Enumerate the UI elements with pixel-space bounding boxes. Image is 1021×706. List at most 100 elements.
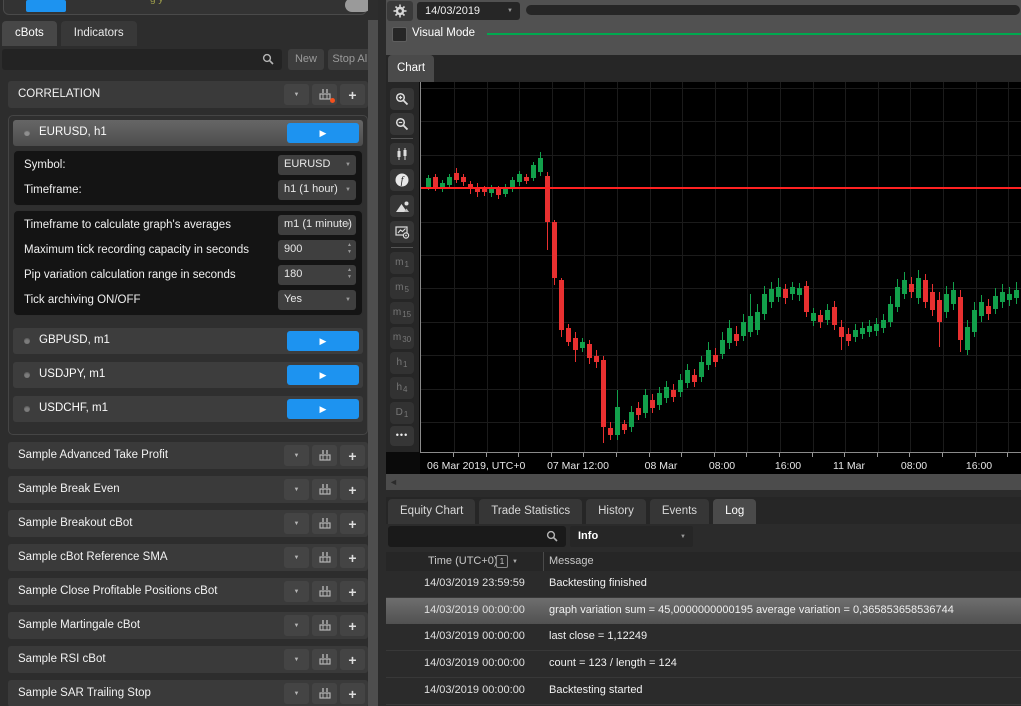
chevron-down-icon[interactable]: ▼ [284, 547, 309, 568]
cbot-settings-icon[interactable] [312, 84, 337, 105]
chart-options-icon[interactable] [390, 221, 414, 243]
add-instance-icon[interactable]: + [340, 683, 365, 704]
instance-row-eurusd-h1[interactable]: EURUSD, h1 ▶ [13, 120, 363, 146]
chart-horizontal-scrollbar[interactable]: ◄ [386, 474, 1021, 490]
candlestick-chart[interactable] [420, 82, 1021, 452]
play-button[interactable]: ▶ [287, 365, 359, 385]
timeframe-button-m1[interactable]: m1 [390, 252, 414, 274]
instance-row-gbpusd-m1[interactable]: GBPUSD, m1 ▶ [13, 328, 363, 354]
add-instance-icon[interactable]: + [340, 513, 365, 534]
tick-capacity-stepper[interactable]: 900▲▼ [278, 240, 356, 260]
cbot-settings-icon[interactable] [312, 615, 337, 636]
instance-row-usdchf-m1[interactable]: USDCHF, m1 ▶ [13, 396, 363, 422]
add-instance-icon[interactable]: + [340, 445, 365, 466]
zoom-out-icon[interactable] [390, 113, 414, 135]
candle-body [657, 393, 662, 405]
log-row[interactable]: 14/03/2019 00:00:00 count = 123 / length… [386, 651, 1021, 678]
add-instance-icon[interactable]: + [340, 615, 365, 636]
instance-row-usdjpy-m1[interactable]: USDJPY, m1 ▶ [13, 362, 363, 388]
log-level-select[interactable]: Info ▼ [570, 526, 693, 547]
candle-body [888, 304, 893, 322]
add-instance-icon[interactable]: + [340, 581, 365, 602]
chevron-down-icon[interactable]: ▼ [284, 615, 309, 636]
cbot-settings-icon[interactable] [312, 445, 337, 466]
cbot-row-sample-sar-trailing-stop[interactable]: Sample SAR Trailing Stop ▼ + [8, 680, 368, 706]
timeframe-button-D1[interactable]: D1 [390, 402, 414, 424]
backtest-progress-bar [526, 5, 1020, 15]
more-timeframes-icon[interactable]: ••• [390, 426, 414, 446]
chevron-down-icon[interactable]: ▼ [284, 513, 309, 534]
clipped-round-button[interactable] [345, 0, 368, 12]
log-row[interactable]: 14/03/2019 23:59:59 Backtesting finished [386, 571, 1021, 598]
pip-range-stepper[interactable]: 180▲▼ [278, 265, 356, 285]
log-row[interactable]: 14/03/2019 00:00:00 graph variation sum … [386, 598, 1021, 624]
cbot-settings-icon[interactable] [312, 547, 337, 568]
chevron-down-icon[interactable]: ▼ [284, 479, 309, 500]
tab-chart[interactable]: Chart [388, 55, 434, 82]
timeframe-button-m30[interactable]: m30 [390, 327, 414, 349]
cbot-settings-icon[interactable] [312, 683, 337, 704]
visual-mode-checkbox[interactable] [392, 27, 407, 42]
cbot-row-sample-martingale-cbot[interactable]: Sample Martingale cBot ▼ + [8, 612, 368, 639]
stepper-arrows-icon[interactable]: ▲▼ [347, 267, 352, 281]
symbol-select[interactable]: EURUSD▼ [278, 155, 356, 175]
tab-log[interactable]: Log [713, 499, 756, 524]
add-instance-icon[interactable]: + [340, 479, 365, 500]
new-cbot-button[interactable]: New [288, 49, 324, 70]
tab-events[interactable]: Events [650, 499, 709, 524]
gear-icon[interactable] [387, 1, 413, 21]
axis-label: 11 Mar [833, 460, 865, 472]
log-search-input[interactable] [394, 528, 543, 546]
chevron-down-icon[interactable]: ▼ [284, 683, 309, 704]
cbot-row-sample-cbot-reference-sma[interactable]: Sample cBot Reference SMA ▼ + [8, 544, 368, 571]
add-instance-icon[interactable]: + [340, 84, 365, 105]
timeframe-button-h4[interactable]: h4 [390, 377, 414, 399]
cbot-settings-icon[interactable] [312, 649, 337, 670]
tab-history[interactable]: History [586, 499, 646, 524]
add-instance-icon[interactable]: + [340, 547, 365, 568]
sort-direction-icon[interactable]: ▼ [512, 559, 518, 565]
cbot-row-sample-advanced-take-profit[interactable]: Sample Advanced Take Profit ▼ + [8, 442, 368, 469]
chevron-down-icon[interactable]: ▼ [284, 649, 309, 670]
timeframe-button-m15[interactable]: m15 [390, 302, 414, 324]
left-panel-scrollbar[interactable] [368, 20, 378, 706]
timeframe-button-h1[interactable]: h1 [390, 352, 414, 374]
clipped-blue-button[interactable] [26, 0, 66, 12]
cbot-settings-icon[interactable] [312, 581, 337, 602]
timeframe-button-m5[interactable]: m5 [390, 277, 414, 299]
timeframe-select[interactable]: h1 (1 hour)▼ [278, 180, 356, 200]
tab-cbots[interactable]: cBots [2, 21, 57, 46]
cbot-row-sample-breakout-cbot[interactable]: Sample Breakout cBot ▼ + [8, 510, 368, 537]
column-time[interactable]: Time (UTC+0) [428, 555, 498, 567]
cbot-settings-icon[interactable] [312, 479, 337, 500]
indicators-icon[interactable]: f [390, 169, 414, 191]
chart-type-candles-icon[interactable] [390, 143, 414, 165]
play-button[interactable]: ▶ [287, 399, 359, 419]
cbot-settings-icon[interactable] [312, 513, 337, 534]
play-button[interactable]: ▶ [287, 331, 359, 351]
column-message[interactable]: Message [549, 555, 594, 567]
cbot-row-correlation[interactable]: CORRELATION ▼ + [8, 81, 368, 108]
tab-equity-chart[interactable]: Equity Chart [388, 499, 475, 524]
gridline [682, 82, 683, 452]
cbot-row-sample-break-even[interactable]: Sample Break Even ▼ + [8, 476, 368, 503]
backtest-date-select[interactable]: 14/03/2019 ▼ [417, 2, 520, 20]
add-instance-icon[interactable]: + [340, 649, 365, 670]
chevron-down-icon[interactable]: ▼ [284, 445, 309, 466]
snapshot-icon[interactable] [390, 195, 414, 217]
play-button[interactable]: ▶ [287, 123, 359, 143]
stepper-arrows-icon[interactable]: ▲▼ [347, 242, 352, 256]
tab-trade-statistics[interactable]: Trade Statistics [479, 499, 582, 524]
cbot-row-sample-close-profitable-positions-cbot[interactable]: Sample Close Profitable Positions cBot ▼… [8, 578, 368, 605]
tick-archiving-select[interactable]: Yes▼ [278, 290, 356, 310]
scroll-left-icon[interactable]: ◄ [389, 477, 398, 487]
cbots-search-input[interactable] [8, 51, 252, 69]
log-row[interactable]: 14/03/2019 00:00:00 Backtesting started [386, 678, 1021, 705]
log-row[interactable]: 14/03/2019 00:00:00 last close = 1,12249 [386, 624, 1021, 651]
chevron-down-icon[interactable]: ▼ [284, 581, 309, 602]
chevron-down-icon[interactable]: ▼ [284, 84, 309, 105]
avg-timeframe-select[interactable]: m1 (1 minute)▼ [278, 215, 356, 235]
zoom-in-icon[interactable] [390, 88, 414, 110]
tab-indicators[interactable]: Indicators [61, 21, 137, 46]
cbot-row-sample-rsi-cbot[interactable]: Sample RSI cBot ▼ + [8, 646, 368, 673]
